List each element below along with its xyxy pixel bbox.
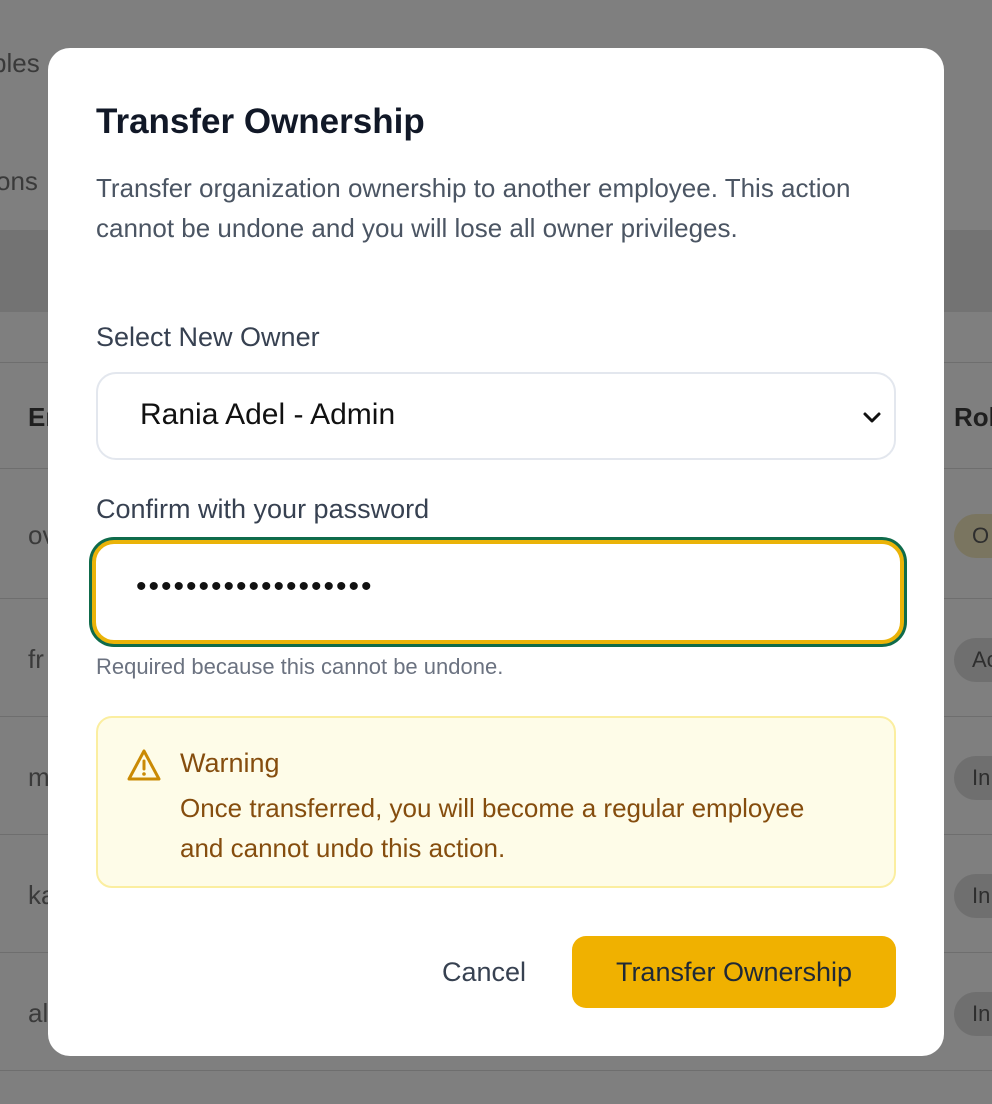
bg-cell: m [28, 762, 50, 792]
password-masked-value: ••••••••••••••••••• [136, 570, 374, 603]
password-label: Confirm with your password [96, 494, 430, 524]
bg-col-header: Rol [954, 402, 992, 432]
dialog-description: Transfer organization ownership to anoth… [96, 173, 851, 243]
warning-title: Warning [180, 748, 280, 778]
bg-fragment: bles [0, 48, 40, 78]
warning-callout: Warning Once transferred, you will becom… [96, 716, 896, 888]
password-input[interactable]: ••••••••••••••••••• [92, 540, 904, 644]
warning-triangle-icon [127, 749, 161, 781]
cancel-button[interactable]: Cancel [404, 936, 564, 1008]
bg-cell: al [28, 998, 49, 1028]
bg-role-badge: In [954, 756, 992, 800]
bg-divider [0, 1070, 992, 1071]
bg-role-badge: Ac [954, 638, 992, 682]
transfer-ownership-button[interactable]: Transfer Ownership [572, 936, 896, 1008]
selected-owner-value: Rania Adel - Admin [140, 398, 396, 431]
bg-role-badge: In [954, 992, 992, 1036]
warning-message: Once transferred, you will become a regu… [180, 793, 805, 863]
new-owner-select[interactable]: Rania Adel - Admin [96, 372, 896, 460]
bg-role-badge: O [954, 514, 992, 558]
bg-fragment: ons [0, 166, 38, 196]
password-hint: Required because this cannot be undone. [96, 654, 504, 679]
dialog-title: Transfer Ownership [96, 102, 425, 141]
bg-role-badge: In [954, 874, 992, 918]
transfer-ownership-dialog: Transfer Ownership Transfer organization… [48, 48, 944, 1056]
bg-cell: fr [28, 644, 44, 674]
owner-select-label: Select New Owner [96, 322, 320, 352]
chevron-down-icon [863, 412, 881, 423]
